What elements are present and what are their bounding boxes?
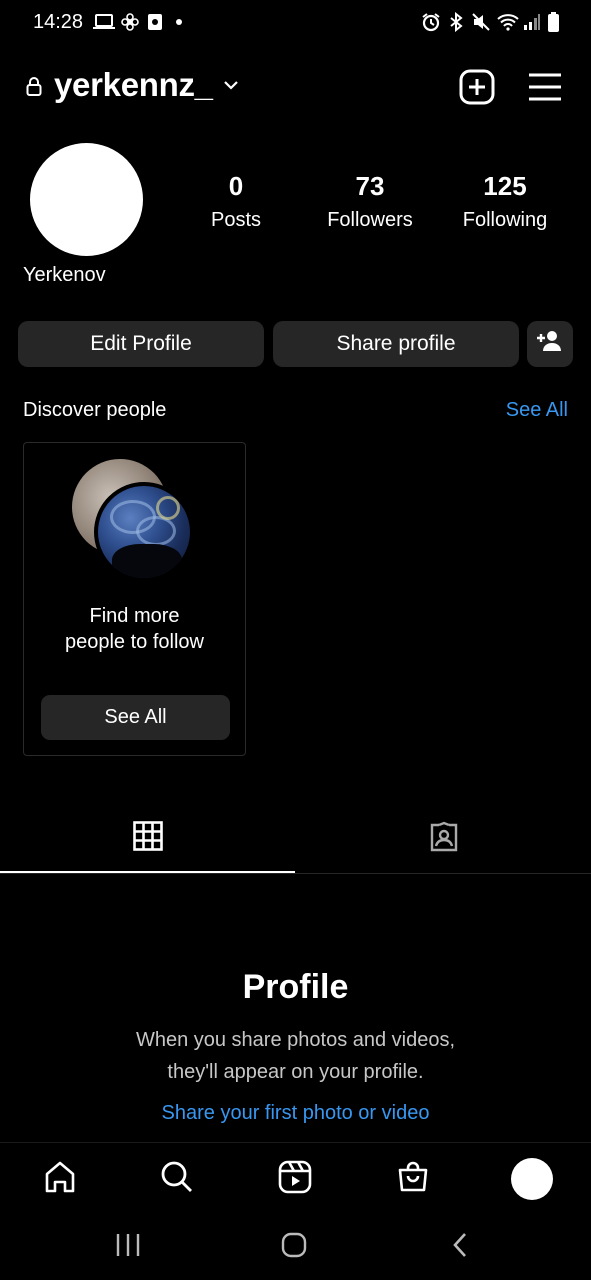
nav-home[interactable] <box>36 1155 84 1203</box>
search-icon <box>160 1160 194 1199</box>
nav-reels[interactable] <box>271 1155 319 1203</box>
profile-avatar[interactable] <box>30 143 143 256</box>
discover-people-button[interactable] <box>527 321 573 367</box>
suggested-avatar-front <box>94 482 194 582</box>
status-bar: 14:28 <box>0 0 591 44</box>
bottom-nav <box>0 1142 591 1215</box>
empty-state-description: When you share photos and videos, they'l… <box>135 1029 456 1083</box>
tab-tagged[interactable] <box>296 805 591 873</box>
posts-label: Posts <box>210 209 262 231</box>
posts-stat[interactable]: 0 Posts <box>166 168 306 236</box>
following-label: Following <box>462 209 548 231</box>
bluetooth-icon <box>446 12 466 32</box>
discover-people-title: Discover people <box>23 399 167 421</box>
signal-icon <box>522 12 542 32</box>
instagram-profile-screen: 14:28 yerkennz_ Yerkenov 0 Posts 73 Foll… <box>0 0 591 1280</box>
followers-count: 73 <box>355 171 385 201</box>
profile-header: yerkennz_ <box>0 60 591 114</box>
recents-button[interactable] <box>108 1230 148 1264</box>
menu-button[interactable] <box>526 68 564 106</box>
home-system-icon <box>281 1232 307 1263</box>
fan-icon <box>120 12 140 32</box>
nav-search[interactable] <box>153 1155 201 1203</box>
recents-icon <box>115 1233 141 1262</box>
share-first-post-link[interactable]: Share your first photo or video <box>0 1102 591 1125</box>
followers-label: Followers <box>327 209 413 231</box>
back-button[interactable] <box>440 1230 480 1264</box>
laptop-icon <box>92 12 116 32</box>
system-nav-bar <box>0 1214 591 1280</box>
followers-stat[interactable]: 73 Followers <box>300 168 440 236</box>
reels-icon <box>278 1160 312 1199</box>
find-more-text: Find more people to follow <box>65 605 204 653</box>
home-icon <box>43 1160 77 1199</box>
card-see-all-button[interactable]: See All <box>41 695 230 740</box>
nav-profile[interactable] <box>508 1155 556 1203</box>
account-switcher[interactable]: yerkennz_ <box>54 66 213 104</box>
posts-count: 0 <box>228 171 244 201</box>
following-stat[interactable]: 125 Following <box>435 168 575 236</box>
system-home-button[interactable] <box>274 1230 314 1264</box>
add-person-icon <box>537 330 563 358</box>
empty-state-title: Profile <box>242 968 349 1006</box>
chevron-down-icon[interactable] <box>222 76 240 94</box>
alarm-icon <box>420 12 442 32</box>
profile-avatar-small <box>511 1158 553 1200</box>
screen-record-icon <box>146 12 164 32</box>
status-time: 14:28 <box>33 11 84 33</box>
grid-icon <box>132 820 163 856</box>
dot-icon <box>175 12 183 32</box>
create-post-button[interactable] <box>458 68 496 106</box>
wifi-icon <box>496 12 520 32</box>
tab-posts-grid[interactable] <box>0 805 295 873</box>
mute-icon <box>470 12 492 32</box>
following-count: 125 <box>483 171 527 201</box>
display-name: Yerkenov <box>23 264 106 286</box>
lock-icon <box>26 76 42 96</box>
discover-card: Find more people to follow See All <box>23 442 246 756</box>
shop-icon <box>396 1160 430 1199</box>
share-profile-button[interactable]: Share profile <box>273 321 519 367</box>
nav-shop[interactable] <box>389 1155 437 1203</box>
profile-tabs <box>0 805 591 874</box>
edit-profile-button[interactable]: Edit Profile <box>18 321 264 367</box>
back-icon <box>451 1232 469 1263</box>
tagged-person-icon <box>428 821 460 858</box>
battery-icon <box>546 12 560 32</box>
see-all-link[interactable]: See All <box>506 399 568 422</box>
